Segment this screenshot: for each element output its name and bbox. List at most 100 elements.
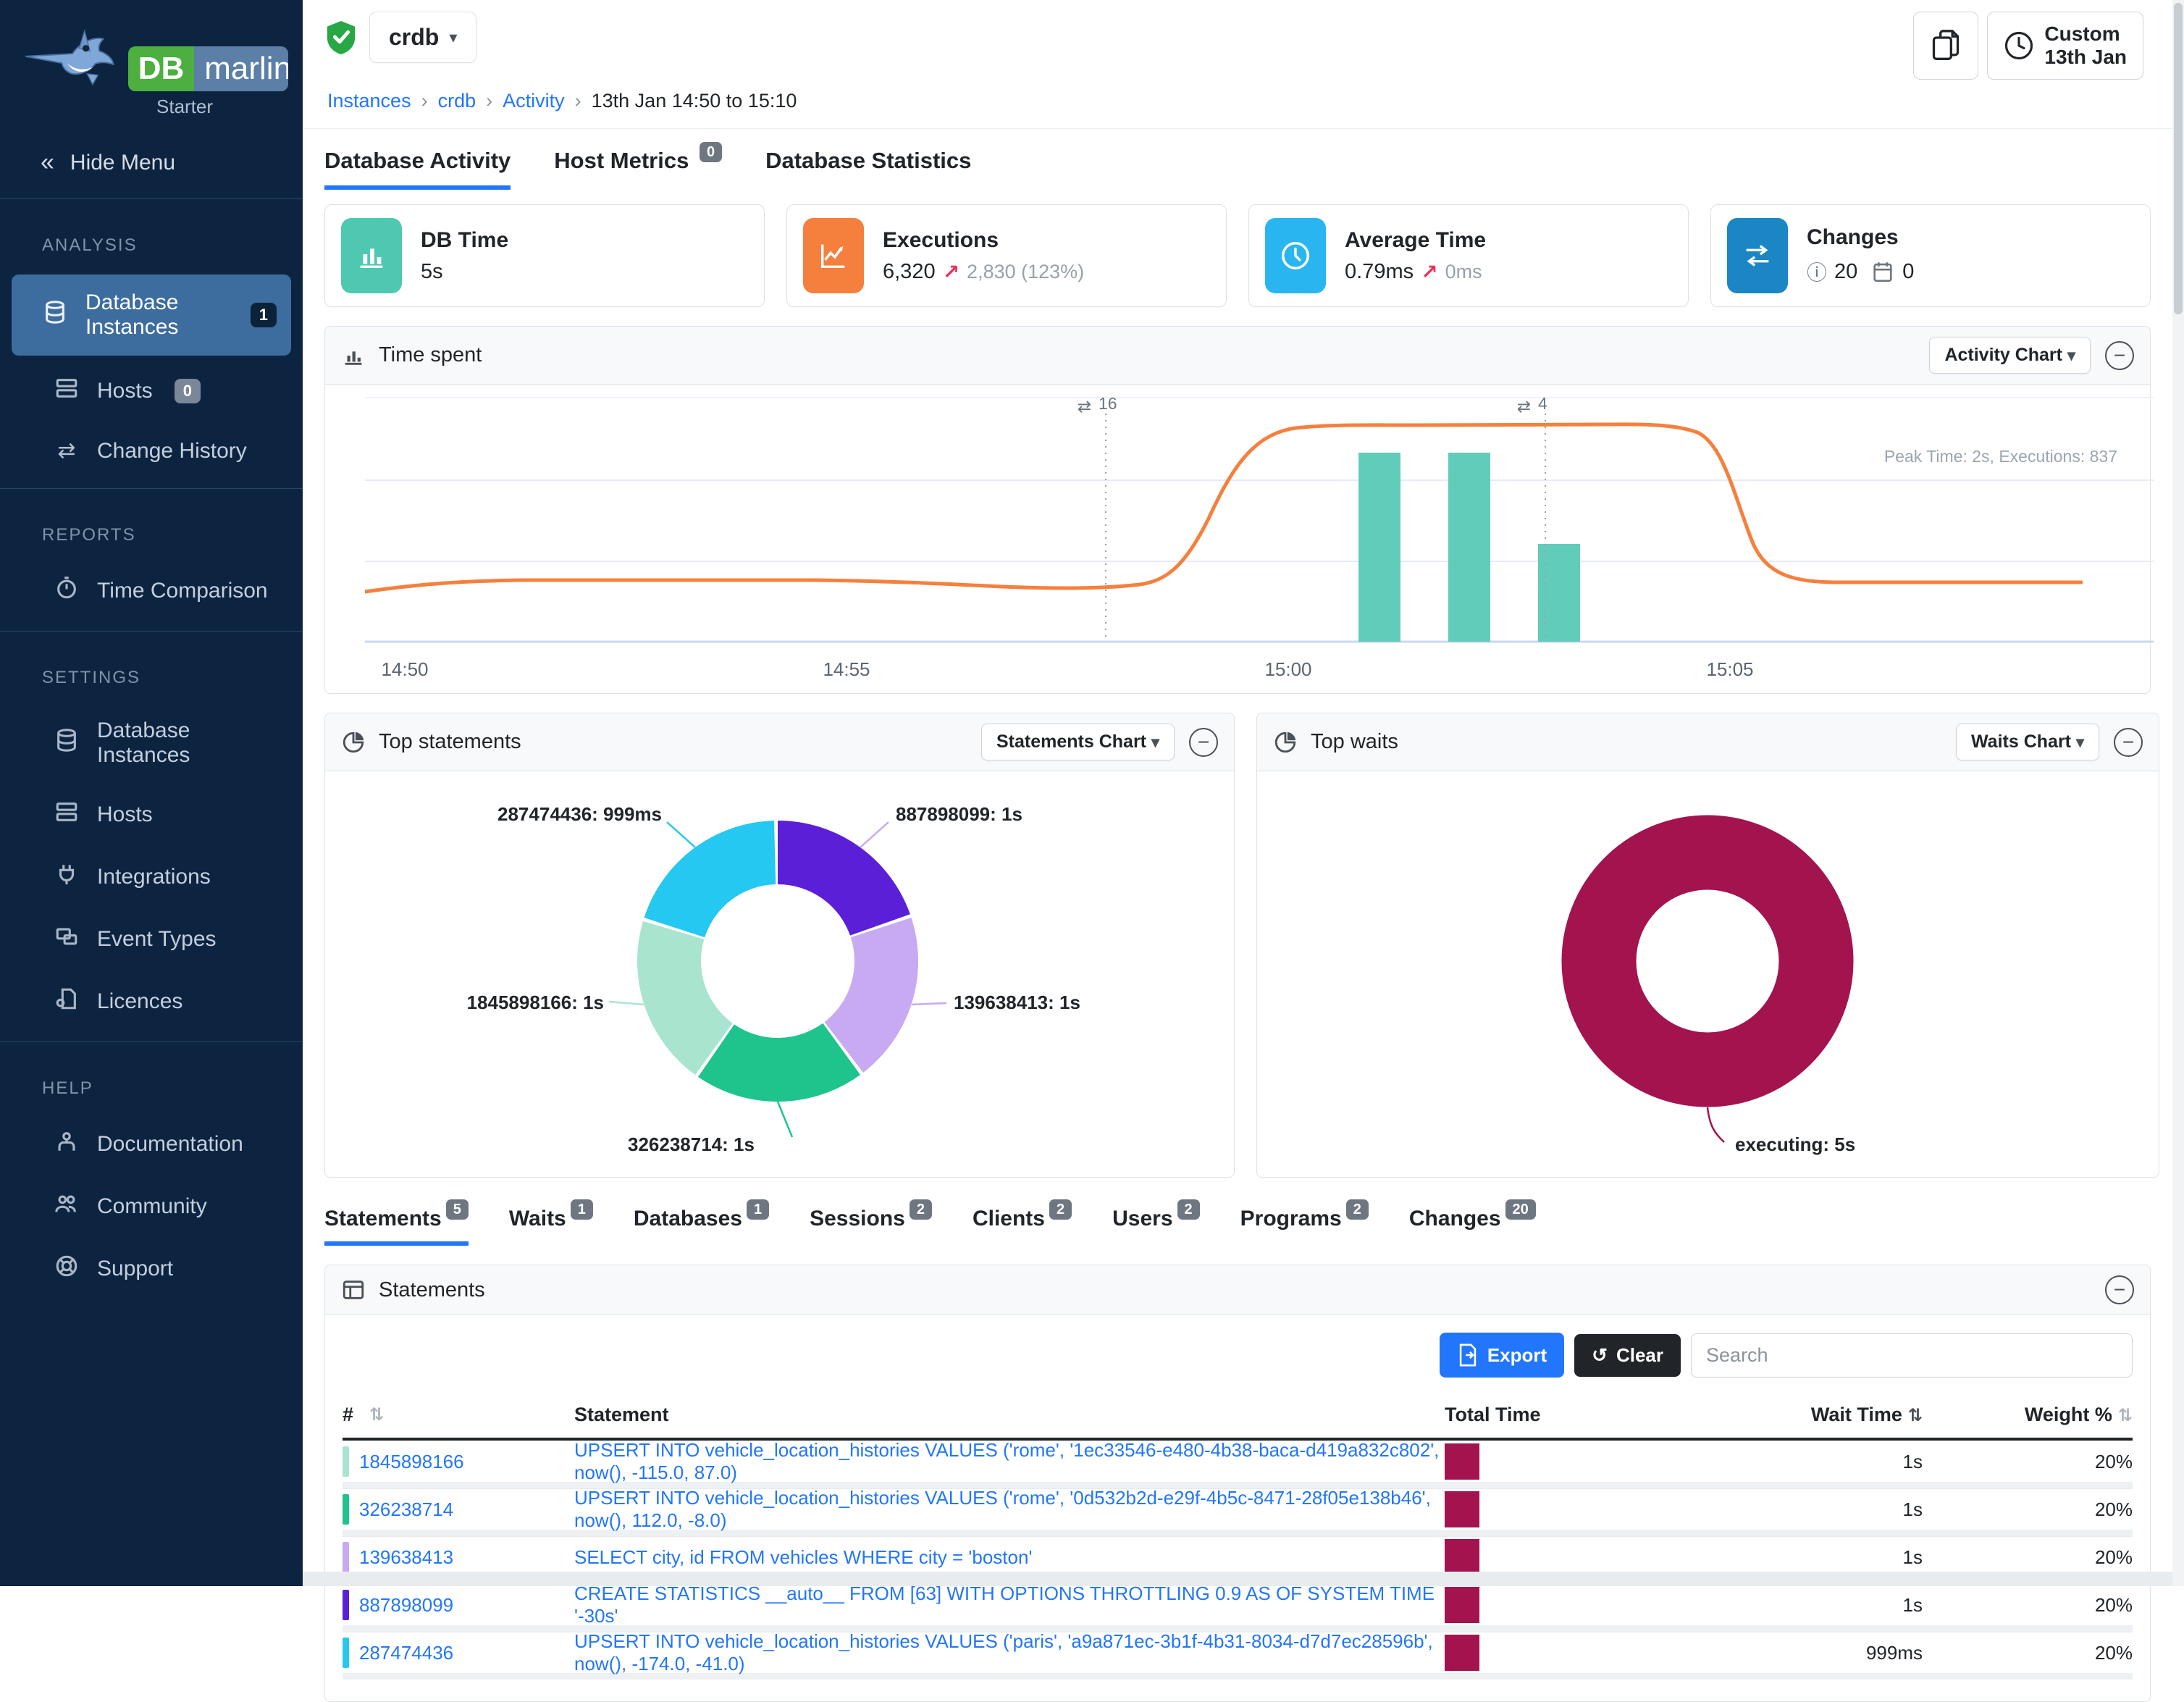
clear-label: Clear [1616, 1344, 1663, 1367]
statements-donut-chart[interactable] [325, 771, 1234, 1166]
trend-up-icon: ↗ [1421, 260, 1437, 284]
change-marker-icon[interactable]: ⇄ [1517, 397, 1531, 416]
tab-sessions[interactable]: Sessions2 [810, 1207, 932, 1246]
sort-icon[interactable]: ⇅ [2118, 1406, 2133, 1425]
copy-link-button[interactable] [1913, 12, 1978, 80]
breadcrumb-crdb[interactable]: crdb [438, 90, 476, 112]
tab-badge: 5 [446, 1199, 469, 1220]
waits-chart-selector[interactable]: Waits Chart ▾ [1956, 724, 2099, 760]
table-row[interactable]: 287474436 UPSERT INTO vehicle_location_h… [343, 1632, 2133, 1680]
clear-button[interactable]: ↺ Clear [1574, 1334, 1681, 1377]
statement-id-link[interactable]: 887898099 [359, 1594, 453, 1617]
search-input[interactable] [1691, 1333, 2133, 1378]
statement-id-link[interactable]: 287474436 [359, 1642, 453, 1664]
hosts-count-badge: 0 [175, 379, 201, 403]
swap-arrows-icon: ⇄ [54, 438, 80, 464]
statement-sql-link[interactable]: SELECT city, id FROM vehicles WHERE city… [574, 1546, 1032, 1568]
weight-value: 20% [1923, 1642, 2133, 1664]
time-range-date: 13th Jan [2044, 46, 2127, 69]
metric-card-average-time: Average Time 0.79ms ↗ 0ms [1248, 204, 1689, 307]
sidebar-section-settings: SETTINGS Database Instances Hosts Integr… [0, 632, 303, 1042]
change-marker-count[interactable]: 16 [1099, 394, 1117, 413]
tab-label: Users [1112, 1207, 1172, 1231]
statement-sql-link[interactable]: UPSERT INTO vehicle_location_histories V… [574, 1439, 1439, 1483]
col-header-weight[interactable]: Weight % [2025, 1404, 2112, 1425]
sidebar-item-settings-database-instances[interactable]: Database Instances [12, 704, 291, 782]
statement-color-bar [343, 1638, 349, 1668]
tab-database-statistics[interactable]: Database Statistics [765, 148, 971, 185]
tab-badge: 2 [910, 1199, 932, 1220]
tab-statements[interactable]: Statements5 [324, 1207, 469, 1246]
tab-badge: 1 [571, 1199, 593, 1220]
tab-host-metrics[interactable]: Host Metrics 0 [554, 148, 722, 185]
pie-chart-icon [341, 730, 366, 755]
time-spent-panel: Time spent Activity Chart ▾ − Peak Time:… [324, 326, 2151, 694]
sidebar-item-label: Licences [97, 989, 182, 1014]
metric-value: 6,320 [883, 260, 936, 284]
sidebar-item-event-types[interactable]: Event Types [12, 910, 291, 969]
brand-db: DB [128, 46, 195, 91]
breadcrumb-activity[interactable]: Activity [503, 90, 565, 112]
statement-sql-link[interactable]: UPSERT INTO vehicle_location_histories V… [574, 1630, 1433, 1674]
vertical-scrollbar[interactable] [2172, 0, 2184, 1586]
time-spent-chart: Peak Time: 2s, Executions: 837 ⇄ 16 ⇄ 4 … [325, 385, 2150, 693]
instance-selector[interactable]: crdb ▾ [369, 12, 476, 63]
tab-waits[interactable]: Waits1 [509, 1207, 593, 1246]
activity-chart-selector[interactable]: Activity Chart ▾ [1929, 337, 2091, 374]
sidebar-item-integrations[interactable]: Integrations [12, 847, 291, 907]
collapse-panel-button[interactable]: − [2105, 1275, 2134, 1304]
activity-line-chart[interactable]: ⇄ 16 ⇄ 4 14:50 14:55 15:00 15:05 [365, 392, 2154, 685]
export-button[interactable]: Export [1440, 1333, 1564, 1378]
col-header-wait-time[interactable]: Wait Time [1811, 1404, 1902, 1425]
statement-id-link[interactable]: 1845898166 [359, 1451, 464, 1473]
breadcrumb-instances[interactable]: Instances [327, 90, 411, 112]
table-row[interactable]: 887898099 CREATE STATISTICS __auto__ FRO… [343, 1584, 2133, 1632]
col-header-num[interactable]: # [343, 1404, 353, 1426]
hide-menu-button[interactable]: « Hide Menu [0, 124, 303, 199]
sort-icon[interactable]: ⇅ [369, 1404, 384, 1425]
change-marker-count[interactable]: 4 [1538, 394, 1547, 413]
sidebar-item-database-instances[interactable]: Database Instances 1 [12, 274, 291, 356]
donut-callout-label: 139638413: 1s [954, 992, 1080, 1014]
sidebar-item-time-comparison[interactable]: Time Comparison [12, 561, 291, 621]
statement-id-link[interactable]: 326238714 [359, 1498, 453, 1521]
statement-sql-link[interactable]: CREATE STATISTICS __auto__ FROM [63] WIT… [574, 1582, 1435, 1627]
statement-id-link[interactable]: 139638413 [359, 1546, 453, 1569]
callout-line [860, 822, 889, 847]
tab-database-activity[interactable]: Database Activity [324, 148, 511, 190]
sidebar-item-community[interactable]: Community [12, 1177, 291, 1236]
statements-chart-selector[interactable]: Statements Chart ▾ [981, 724, 1175, 760]
sidebar-section-reports: REPORTS Time Comparison [0, 489, 303, 632]
table-row[interactable]: 326238714 UPSERT INTO vehicle_location_h… [343, 1488, 2133, 1536]
waits-donut-chart[interactable] [1257, 771, 2159, 1166]
sidebar-item-change-history[interactable]: ⇄ Change History [12, 424, 291, 478]
collapse-panel-button[interactable]: − [2114, 728, 2143, 757]
donut-segment[interactable] [1599, 852, 1816, 1070]
metric-title: Changes [1807, 225, 1914, 250]
sidebar-item-hosts[interactable]: Hosts 0 [12, 361, 291, 421]
table-row[interactable]: 1845898166 UPSERT INTO vehicle_location_… [343, 1441, 2133, 1488]
tab-databases[interactable]: Databases1 [634, 1207, 769, 1246]
tab-changes[interactable]: Changes20 [1409, 1207, 1536, 1246]
collapse-panel-button[interactable]: − [2105, 341, 2134, 370]
col-header-total-time[interactable]: Total Time [1445, 1404, 1684, 1426]
sidebar-item-documentation[interactable]: Documentation [12, 1115, 291, 1174]
tab-label: Programs [1240, 1207, 1342, 1231]
collapse-panel-button[interactable]: − [1189, 728, 1218, 757]
tab-users[interactable]: Users2 [1112, 1207, 1200, 1246]
col-header-statement[interactable]: Statement [574, 1404, 1445, 1426]
sidebar-item-support[interactable]: Support [12, 1239, 291, 1299]
main-content: crdb ▾ Custom 13th Jan [303, 0, 2172, 1586]
tab-programs[interactable]: Programs2 [1240, 1207, 1369, 1246]
sort-icon-active[interactable]: ⇅ [1908, 1406, 1923, 1425]
sidebar-item-licences[interactable]: Licences [12, 972, 291, 1031]
statement-sql-link[interactable]: UPSERT INTO vehicle_location_histories V… [574, 1487, 1431, 1531]
scrollbar-thumb[interactable] [2174, 3, 2183, 314]
tab-clients[interactable]: Clients2 [973, 1207, 1072, 1246]
pie-chart-icon [1273, 730, 1298, 755]
change-marker-icon[interactable]: ⇄ [1078, 397, 1091, 416]
time-range-button[interactable]: Custom 13th Jan [1987, 12, 2143, 80]
chevron-down-icon: ▾ [2067, 346, 2075, 364]
sidebar-item-settings-hosts[interactable]: Hosts [12, 785, 291, 844]
tab-badge: 2 [1049, 1199, 1072, 1220]
